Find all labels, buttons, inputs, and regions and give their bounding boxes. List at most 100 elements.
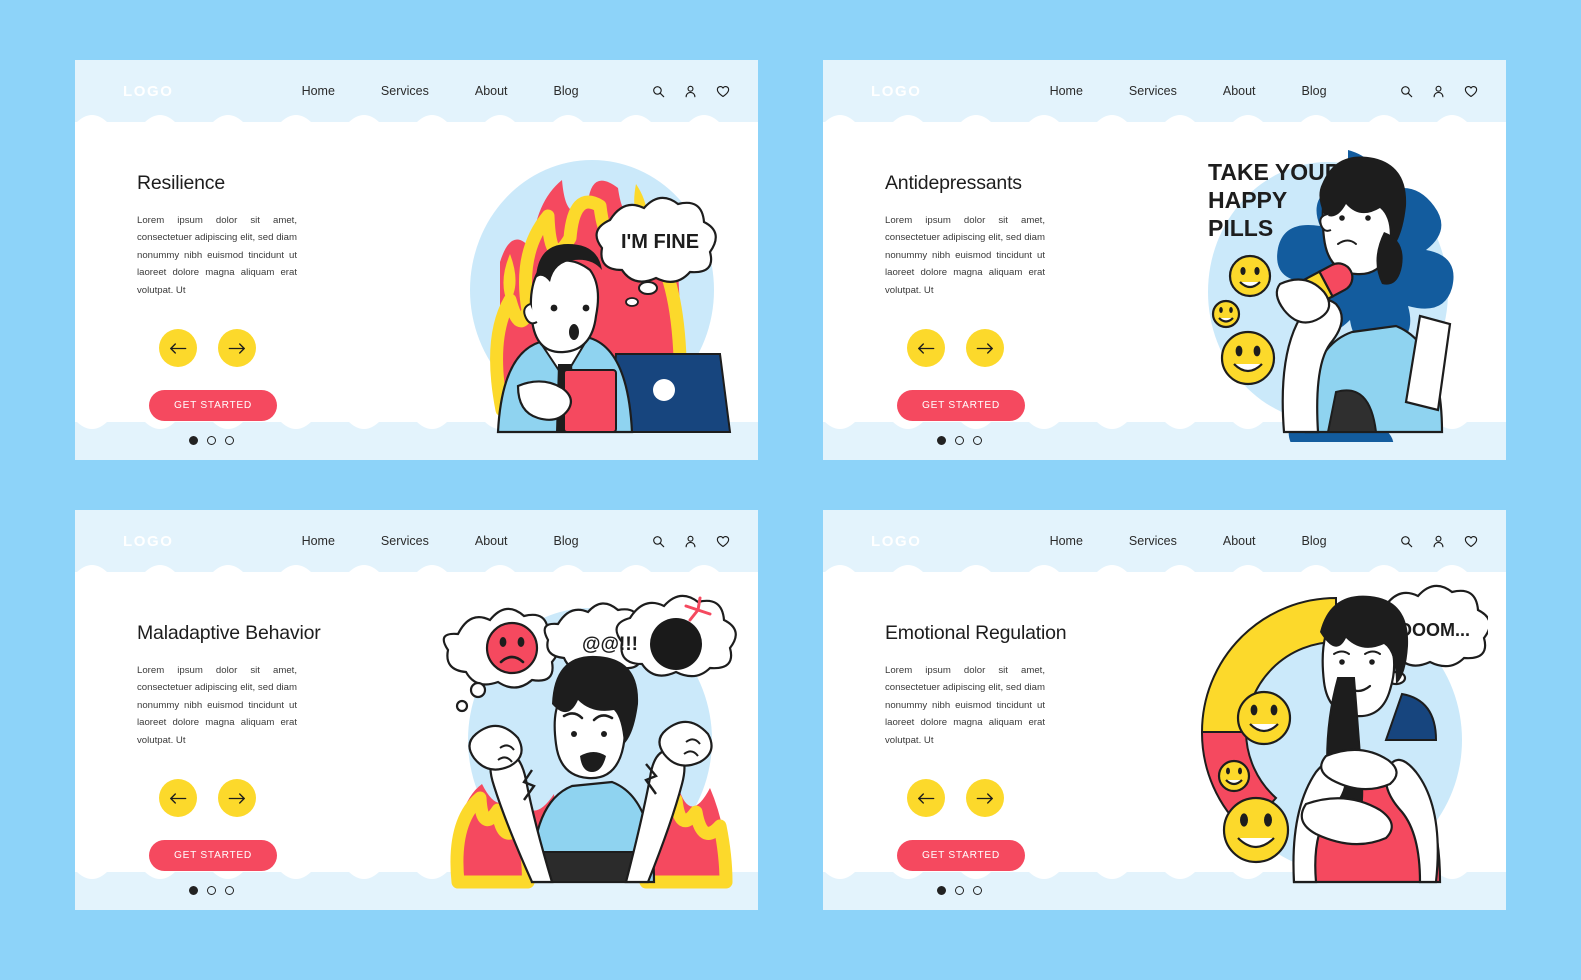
- user-icon[interactable]: [684, 85, 697, 98]
- carousel-dot-3[interactable]: [225, 436, 234, 446]
- search-icon[interactable]: [652, 85, 665, 98]
- get-started-button[interactable]: GET STARTED: [149, 390, 277, 422]
- carousel-dots: [937, 886, 1115, 896]
- landing-page-card-maladaptive-behavior: LOGO Home Services About Blog Maladaptiv…: [75, 510, 758, 910]
- navbar: LOGO Home Services About Blog: [75, 60, 758, 122]
- user-icon[interactable]: [1432, 85, 1445, 98]
- nav-link-about[interactable]: About: [1223, 84, 1256, 98]
- card-content: Resilience Lorem ipsum dolor sit amet, c…: [137, 172, 367, 446]
- nav-icons: [1400, 85, 1478, 98]
- logo[interactable]: LOGO: [871, 83, 922, 100]
- illustration-burnout-man: I'M FINE: [470, 160, 732, 434]
- illustration-angry-woman: @@!!!: [442, 594, 737, 889]
- carousel-dots: [189, 886, 367, 896]
- carousel-arrows: [159, 329, 367, 368]
- body-text: Lorem ipsum dolor sit amet, consectetuer…: [885, 665, 1045, 746]
- navbar: LOGO Home Services About Blog: [823, 510, 1506, 572]
- nav-link-blog[interactable]: Blog: [554, 84, 579, 98]
- next-arrow-button[interactable]: [218, 779, 256, 818]
- nav-link-services[interactable]: Services: [381, 534, 429, 548]
- carousel-dot-2[interactable]: [955, 886, 964, 896]
- nav-link-services[interactable]: Services: [381, 84, 429, 98]
- body-text: Lorem ipsum dolor sit amet, consectetuer…: [137, 215, 297, 296]
- get-started-button[interactable]: GET STARTED: [897, 840, 1025, 872]
- nav-link-services[interactable]: Services: [1129, 84, 1177, 98]
- logo[interactable]: LOGO: [123, 83, 174, 100]
- page-root: LOGO Home Services About Blog Resilience…: [0, 0, 1581, 980]
- navbar: LOGO Home Services About Blog: [823, 60, 1506, 122]
- carousel-arrows: [907, 779, 1115, 818]
- next-arrow-button[interactable]: [966, 779, 1004, 818]
- page-title: Emotional Regulation: [885, 622, 1067, 644]
- search-icon[interactable]: [1400, 85, 1413, 98]
- prev-arrow-button[interactable]: [907, 329, 945, 368]
- landing-page-card-antidepressants: LOGO Home Services About Blog Antidepres…: [823, 60, 1506, 460]
- hero-illustration: I'M FINE: [440, 132, 740, 442]
- heart-icon[interactable]: [1464, 535, 1478, 548]
- navbar: LOGO Home Services About Blog: [75, 510, 758, 572]
- carousel-dot-2[interactable]: [955, 436, 964, 446]
- page-title: Maladaptive Behavior: [137, 622, 321, 644]
- illustration-calm-woman: OOOM...: [1200, 584, 1488, 884]
- nav-link-home[interactable]: Home: [302, 84, 335, 98]
- user-icon[interactable]: [684, 535, 697, 548]
- nav-link-home[interactable]: Home: [1050, 84, 1083, 98]
- nav-link-about[interactable]: About: [475, 84, 508, 98]
- next-arrow-button[interactable]: [966, 329, 1004, 368]
- carousel-dot-1[interactable]: [189, 886, 198, 896]
- svg-text:PILLS: PILLS: [1208, 215, 1273, 241]
- user-icon[interactable]: [1432, 535, 1445, 548]
- logo[interactable]: LOGO: [871, 533, 922, 550]
- carousel-dot-3[interactable]: [973, 886, 982, 896]
- nav-link-home[interactable]: Home: [302, 534, 335, 548]
- search-icon[interactable]: [1400, 535, 1413, 548]
- nav-link-blog[interactable]: Blog: [554, 534, 579, 548]
- heart-icon[interactable]: [716, 535, 730, 548]
- nav-icons: [1400, 535, 1478, 548]
- svg-text:I'M FINE: I'M FINE: [621, 231, 699, 253]
- card-content: Maladaptive Behavior Lorem ipsum dolor s…: [137, 622, 367, 896]
- carousel-dot-1[interactable]: [937, 436, 946, 446]
- carousel-dot-2[interactable]: [207, 886, 216, 896]
- carousel-dot-1[interactable]: [189, 436, 198, 446]
- svg-text:OOOM...: OOOM...: [1398, 620, 1470, 640]
- nav-link-services[interactable]: Services: [1129, 534, 1177, 548]
- nav-links: Home Services About Blog: [302, 534, 579, 548]
- next-arrow-button[interactable]: [218, 329, 256, 368]
- svg-text:HAPPY: HAPPY: [1208, 187, 1287, 213]
- nav-link-home[interactable]: Home: [1050, 534, 1083, 548]
- carousel-arrows: [159, 779, 367, 818]
- get-started-button[interactable]: GET STARTED: [897, 390, 1025, 422]
- nav-links: Home Services About Blog: [1050, 84, 1327, 98]
- carousel-arrows: [907, 329, 1115, 368]
- page-title: Antidepressants: [885, 172, 1022, 194]
- carousel-dot-2[interactable]: [207, 436, 216, 446]
- nav-link-about[interactable]: About: [475, 534, 508, 548]
- body-text: Lorem ipsum dolor sit amet, consectetuer…: [885, 215, 1045, 296]
- get-started-button[interactable]: GET STARTED: [149, 840, 277, 872]
- heart-icon[interactable]: [1464, 85, 1478, 98]
- svg-text:TAKE YOUR: TAKE YOUR: [1208, 159, 1342, 185]
- nav-link-blog[interactable]: Blog: [1302, 534, 1327, 548]
- logo[interactable]: LOGO: [123, 533, 174, 550]
- svg-text:@@!!!: @@!!!: [582, 634, 638, 655]
- nav-links: Home Services About Blog: [1050, 534, 1327, 548]
- page-title: Resilience: [137, 172, 225, 194]
- prev-arrow-button[interactable]: [907, 779, 945, 818]
- carousel-dot-3[interactable]: [973, 436, 982, 446]
- nav-icons: [652, 85, 730, 98]
- carousel-dot-1[interactable]: [937, 886, 946, 896]
- landing-page-card-resilience: LOGO Home Services About Blog Resilience…: [75, 60, 758, 460]
- hero-illustration: @@!!!: [440, 582, 740, 892]
- prev-arrow-button[interactable]: [159, 329, 197, 368]
- carousel-dot-3[interactable]: [225, 886, 234, 896]
- landing-page-card-grid: LOGO Home Services About Blog Resilience…: [75, 60, 1506, 910]
- search-icon[interactable]: [652, 535, 665, 548]
- nav-link-about[interactable]: About: [1223, 534, 1256, 548]
- nav-icons: [652, 535, 730, 548]
- prev-arrow-button[interactable]: [159, 779, 197, 818]
- heart-icon[interactable]: [716, 85, 730, 98]
- nav-link-blog[interactable]: Blog: [1302, 84, 1327, 98]
- body-text: Lorem ipsum dolor sit amet, consectetuer…: [137, 665, 297, 746]
- nav-links: Home Services About Blog: [302, 84, 579, 98]
